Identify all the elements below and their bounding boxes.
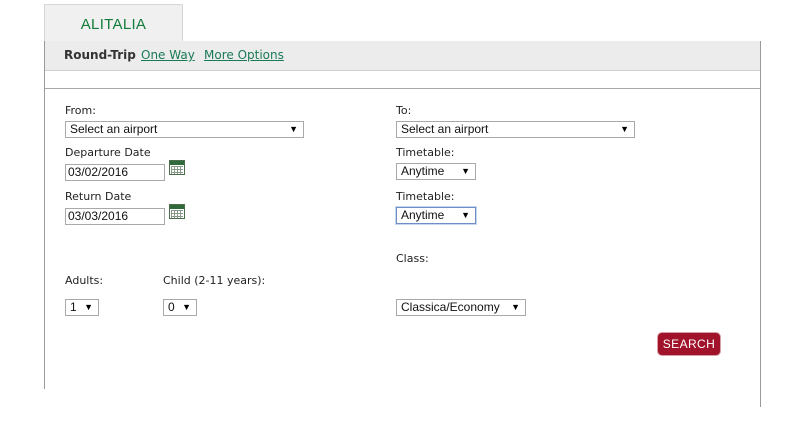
caret-down-icon: ▼ <box>289 124 298 134</box>
divider <box>45 88 760 89</box>
departure-date-input[interactable]: 03/02/2016 <box>65 164 165 181</box>
adults-select[interactable]: 1 ▼ <box>65 299 99 316</box>
departure-timetable-label: Timetable: <box>396 146 455 159</box>
caret-down-icon: ▼ <box>511 302 520 312</box>
departure-timetable-select[interactable]: Anytime ▼ <box>396 163 476 180</box>
caret-down-icon: ▼ <box>84 302 93 312</box>
child-label: Child (2-11 years): <box>163 274 266 287</box>
child-value: 0 <box>168 300 175 314</box>
panel-border-left <box>44 41 45 389</box>
caret-down-icon: ▼ <box>461 166 470 176</box>
calendar-icon[interactable] <box>169 160 185 175</box>
caret-down-icon: ▼ <box>182 302 191 312</box>
tab-alitalia[interactable]: ALITALIA <box>44 4 183 41</box>
return-date-input[interactable]: 03/03/2016 <box>65 208 165 225</box>
child-select[interactable]: 0 ▼ <box>163 299 197 316</box>
panel-border-right <box>760 41 761 407</box>
to-label: To: <box>396 104 412 117</box>
adults-label: Adults: <box>65 274 104 287</box>
caret-down-icon: ▼ <box>461 210 470 220</box>
class-label: Class: <box>396 252 429 265</box>
adults-value: 1 <box>70 300 77 314</box>
to-airport-select[interactable]: Select an airport ▼ <box>396 121 635 138</box>
calendar-icon[interactable] <box>169 204 185 219</box>
return-timetable-select[interactable]: Anytime ▼ <box>396 207 476 224</box>
class-value: Classica/Economy <box>401 300 500 314</box>
from-airport-value: Select an airport <box>70 122 158 136</box>
trip-type-one-way-link[interactable]: One Way <box>141 48 195 62</box>
departure-date-label: Departure Date <box>65 146 151 159</box>
to-airport-value: Select an airport <box>401 122 489 136</box>
from-label: From: <box>65 104 96 117</box>
from-airport-select[interactable]: Select an airport ▼ <box>65 121 304 138</box>
more-options-link[interactable]: More Options <box>204 48 284 62</box>
trip-type-round-trip[interactable]: Round-Trip <box>64 48 136 62</box>
trip-type-bar: Round-Trip One Way More Options <box>45 41 760 71</box>
class-select[interactable]: Classica/Economy ▼ <box>396 299 526 316</box>
return-timetable-value: Anytime <box>401 208 445 222</box>
departure-timetable-value: Anytime <box>401 164 445 178</box>
return-timetable-label: Timetable: <box>396 190 455 203</box>
return-date-label: Return Date <box>65 190 132 203</box>
caret-down-icon: ▼ <box>620 124 629 134</box>
search-button[interactable]: SEARCH <box>658 333 720 355</box>
